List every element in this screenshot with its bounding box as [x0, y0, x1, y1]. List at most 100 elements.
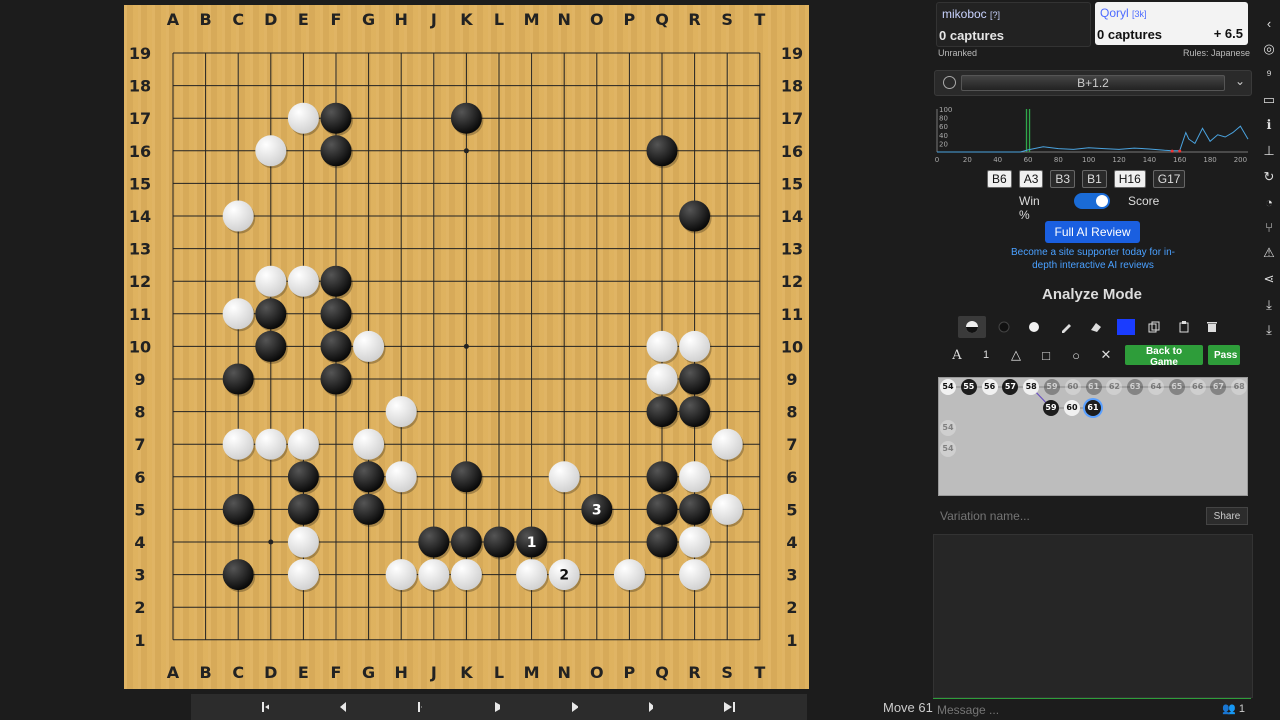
- black-player-name[interactable]: mikoboc [?]: [942, 7, 1000, 21]
- move-node[interactable]: 59: [1043, 400, 1059, 416]
- black-stone[interactable]: [450, 102, 482, 134]
- supporter-link[interactable]: Become a site supporter today for in-dep…: [1005, 246, 1181, 272]
- move-node[interactable]: 54: [940, 420, 956, 436]
- white-stone[interactable]: [646, 363, 678, 395]
- chevron-down-icon[interactable]: ⌄: [1235, 74, 1245, 88]
- white-stone[interactable]: [418, 559, 450, 591]
- white-stone-tool[interactable]: [1020, 316, 1048, 338]
- white-stone[interactable]: [646, 330, 678, 362]
- white-stone[interactable]: [679, 559, 711, 591]
- black-stone[interactable]: [646, 396, 678, 428]
- go-board[interactable]: A A B B C C D D E E F F G G H H J J K K L L M M N N O O P P Q Q R R S S T T 19…: [124, 5, 809, 689]
- winrate-score-toggle[interactable]: [1074, 193, 1110, 209]
- trash-icon[interactable]: [1198, 316, 1226, 338]
- ai-move-button[interactable]: A3: [1018, 170, 1044, 188]
- black-player-username[interactable]: mikoboc: [942, 7, 987, 21]
- white-stone[interactable]: [711, 428, 743, 460]
- black-stone[interactable]: [255, 330, 287, 362]
- current-move-node[interactable]: 61: [1085, 400, 1101, 416]
- download-sgf-icon[interactable]: ⤓: [1262, 322, 1276, 337]
- letter-label-tool[interactable]: A: [944, 345, 970, 365]
- white-stone[interactable]: [287, 526, 319, 558]
- white-stone[interactable]: [353, 330, 385, 362]
- white-stone[interactable]: [679, 461, 711, 493]
- white-stone[interactable]: [385, 461, 417, 493]
- black-stone[interactable]: [679, 363, 711, 395]
- move-node[interactable]: 61: [1085, 379, 1102, 395]
- black-stone[interactable]: [646, 461, 678, 493]
- white-stone[interactable]: [385, 559, 417, 591]
- black-stone[interactable]: [679, 493, 711, 525]
- black-stone[interactable]: [646, 526, 678, 558]
- black-stone[interactable]: [418, 526, 450, 558]
- black-stone[interactable]: [320, 363, 352, 395]
- black-stone[interactable]: [646, 135, 678, 167]
- white-stone[interactable]: [222, 428, 254, 460]
- back-to-game-button[interactable]: Back to Game: [1125, 345, 1203, 368]
- white-stone[interactable]: [287, 265, 319, 297]
- white-stone[interactable]: [255, 135, 287, 167]
- ai-move-button[interactable]: B3: [1050, 170, 1076, 188]
- white-stone[interactable]: [287, 102, 319, 134]
- white-stone[interactable]: [287, 559, 319, 591]
- black-stone[interactable]: [320, 102, 352, 134]
- variation-name-input[interactable]: [938, 507, 1204, 525]
- black-stone[interactable]: [287, 461, 319, 493]
- ai-move-button[interactable]: G17: [1152, 170, 1186, 188]
- chat-message-input[interactable]: [935, 701, 1209, 719]
- black-stone[interactable]: [222, 559, 254, 591]
- eraser-icon[interactable]: [1082, 316, 1110, 338]
- square-tool[interactable]: □: [1033, 345, 1059, 365]
- black-stone-tool[interactable]: [990, 316, 1018, 338]
- full-ai-review-button[interactable]: Full AI Review: [1045, 221, 1140, 243]
- black-stone[interactable]: [255, 298, 287, 330]
- white-stone[interactable]: [450, 559, 482, 591]
- paste-icon[interactable]: [1170, 316, 1198, 338]
- zen-mode-icon[interactable]: ◎: [1262, 41, 1276, 56]
- ai-move-button[interactable]: B6: [987, 170, 1012, 188]
- triangle-tool[interactable]: △: [1003, 345, 1029, 365]
- ai-eval-bar[interactable]: B+1.2 ⌄: [934, 70, 1252, 96]
- black-stone[interactable]: [320, 330, 352, 362]
- info-icon[interactable]: ℹ: [1262, 117, 1276, 132]
- users-count[interactable]: 👥 1: [1222, 702, 1245, 715]
- black-stone[interactable]: [320, 135, 352, 167]
- move-numbers-icon[interactable]: ⁹: [1262, 67, 1276, 82]
- move-node[interactable]: 56: [981, 379, 998, 395]
- black-stone[interactable]: [222, 363, 254, 395]
- black-stone[interactable]: [483, 526, 515, 558]
- winrate-chart[interactable]: 100806040200 20 40 60 80 100 120 140 160 180 200: [934, 104, 1250, 166]
- move-node[interactable]: 55: [960, 379, 977, 395]
- number-label-tool[interactable]: 1: [973, 345, 999, 365]
- copy-icon[interactable]: [1140, 316, 1168, 338]
- white-player-card[interactable]: Qoryl [3k] 0 captures + 6.5: [1095, 2, 1248, 45]
- ai-move-button[interactable]: B1: [1082, 170, 1107, 188]
- move-node[interactable]: 54: [940, 379, 956, 395]
- white-stone[interactable]: [222, 200, 254, 232]
- cross-tool[interactable]: ✕: [1093, 345, 1119, 365]
- black-stone[interactable]: [222, 493, 254, 525]
- move-node[interactable]: 66: [1189, 379, 1206, 395]
- move-node[interactable]: 60: [1064, 379, 1081, 395]
- ai-move-button[interactable]: H16: [1113, 170, 1146, 188]
- black-player-card[interactable]: mikoboc [?] 0 captures: [936, 2, 1091, 47]
- white-stone[interactable]: [222, 298, 254, 330]
- share-icon[interactable]: ⋖: [1262, 271, 1276, 286]
- dashboard-icon[interactable]: ◔: [1262, 195, 1276, 210]
- black-stone[interactable]: [320, 298, 352, 330]
- share-variation-button[interactable]: Share: [1206, 507, 1248, 525]
- white-stone[interactable]: [711, 493, 743, 525]
- warning-icon[interactable]: ⚠: [1262, 245, 1276, 260]
- black-stone[interactable]: [646, 493, 678, 525]
- last-button[interactable]: [653, 694, 807, 720]
- white-stone[interactable]: [353, 428, 385, 460]
- move-node[interactable]: 54: [940, 441, 956, 457]
- white-stone[interactable]: [548, 461, 580, 493]
- black-stone[interactable]: [450, 461, 482, 493]
- white-stone[interactable]: [255, 428, 287, 460]
- circle-tool[interactable]: ○: [1063, 345, 1089, 365]
- pass-button[interactable]: Pass: [1208, 345, 1240, 365]
- pencil-icon[interactable]: [1052, 316, 1080, 338]
- move-node[interactable]: 65: [1168, 379, 1185, 395]
- white-stone[interactable]: [679, 526, 711, 558]
